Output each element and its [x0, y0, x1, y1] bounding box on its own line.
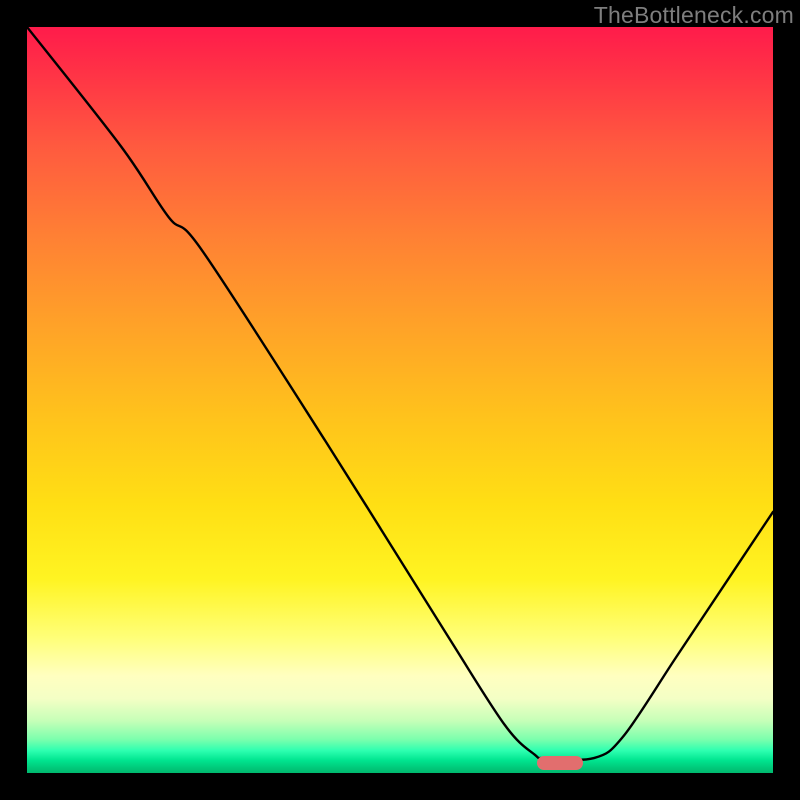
plot-area — [27, 27, 773, 773]
watermark-text: TheBottleneck.com — [594, 2, 794, 29]
optimum-marker — [537, 756, 583, 770]
bottleneck-curve — [27, 27, 773, 773]
